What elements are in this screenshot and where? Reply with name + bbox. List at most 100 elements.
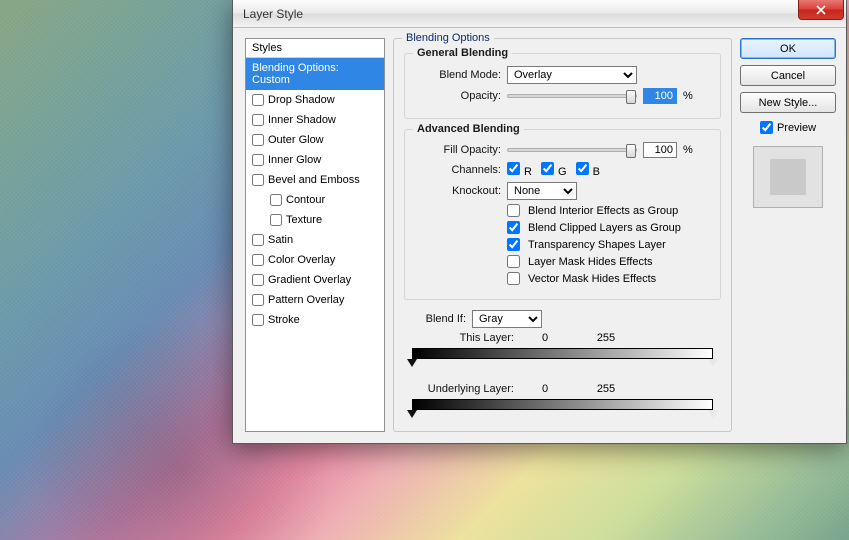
blending-options-group: Blending Options General Blending Blend … — [393, 38, 732, 432]
preview-swatch — [753, 146, 823, 208]
blend-mode-select[interactable]: Overlay — [507, 66, 637, 84]
channel-r-label: R — [524, 166, 532, 178]
opacity-unit: % — [683, 90, 699, 102]
style-item-label: Color Overlay — [268, 254, 335, 266]
fill-opacity-unit: % — [683, 144, 699, 156]
opt-interior-checkbox[interactable] — [507, 204, 520, 217]
underlying-white-marker[interactable] — [708, 410, 718, 418]
style-item-label: Inner Glow — [268, 154, 321, 166]
style-item-label: Outer Glow — [268, 134, 324, 146]
style-item-drop-shadow[interactable]: Drop Shadow — [246, 90, 384, 110]
ok-button[interactable]: OK — [740, 38, 836, 59]
fill-opacity-value[interactable]: 100 — [643, 142, 677, 158]
title-bar: Layer Style — [233, 0, 846, 28]
this-layer-high: 255 — [576, 332, 636, 344]
style-item-blending-options[interactable]: Blending Options: Custom — [246, 58, 384, 90]
channel-g-checkbox[interactable] — [541, 162, 554, 175]
style-item-label: Pattern Overlay — [268, 294, 344, 306]
style-item-checkbox[interactable] — [270, 194, 282, 206]
general-blending-legend: General Blending — [413, 47, 512, 59]
channels-label: Channels: — [415, 164, 501, 176]
style-item-checkbox[interactable] — [252, 234, 264, 246]
style-item-texture[interactable]: Texture — [246, 210, 384, 230]
style-item-label: Blending Options: Custom — [252, 62, 378, 86]
underlying-black-marker[interactable] — [407, 410, 417, 418]
opt-clipped-checkbox[interactable] — [507, 221, 520, 234]
style-item-outer-glow[interactable]: Outer Glow — [246, 130, 384, 150]
style-item-label: Drop Shadow — [268, 94, 335, 106]
style-item-checkbox[interactable] — [270, 214, 282, 226]
style-item-checkbox[interactable] — [252, 274, 264, 286]
opt-layermask-checkbox[interactable] — [507, 255, 520, 268]
styles-column: Styles Blending Options: Custom Drop Sha… — [245, 38, 385, 433]
styles-list: Styles Blending Options: Custom Drop Sha… — [245, 38, 385, 432]
blendif-select[interactable]: Gray — [472, 310, 542, 328]
style-item-checkbox[interactable] — [252, 94, 264, 106]
style-item-label: Gradient Overlay — [268, 274, 351, 286]
style-item-label: Stroke — [268, 314, 300, 326]
this-layer-gradient[interactable] — [412, 348, 713, 359]
opt-interior-label: Blend Interior Effects as Group — [528, 205, 678, 217]
style-item-inner-shadow[interactable]: Inner Shadow — [246, 110, 384, 130]
style-item-checkbox[interactable] — [252, 134, 264, 146]
buttons-column: OK Cancel New Style... Preview — [740, 38, 836, 433]
opacity-thumb[interactable] — [626, 90, 636, 104]
style-item-contour[interactable]: Contour — [246, 190, 384, 210]
opacity-value[interactable]: 100 — [643, 88, 677, 104]
blend-mode-label: Blend Mode: — [415, 69, 501, 81]
advanced-blending-legend: Advanced Blending — [413, 123, 524, 135]
general-blending-group: General Blending Blend Mode: Overlay Opa… — [404, 53, 721, 119]
preview-toggle[interactable]: Preview — [740, 121, 836, 134]
blending-options-legend: Blending Options — [402, 32, 494, 44]
preview-checkbox[interactable] — [760, 121, 773, 134]
this-layer-low: 0 — [520, 332, 570, 344]
this-layer-black-marker[interactable] — [407, 359, 417, 367]
layer-style-dialog: Layer Style Styles Blending Options: Cus… — [232, 0, 847, 444]
knockout-select[interactable]: None — [507, 182, 577, 200]
cancel-button[interactable]: Cancel — [740, 65, 836, 86]
preview-swatch-inner — [770, 159, 806, 195]
style-item-label: Bevel and Emboss — [268, 174, 360, 186]
this-layer-white-marker[interactable] — [708, 359, 718, 367]
style-item-checkbox[interactable] — [252, 314, 264, 326]
opt-vectormask-label: Vector Mask Hides Effects — [528, 273, 656, 285]
style-item-label: Inner Shadow — [268, 114, 336, 126]
options-column: Blending Options General Blending Blend … — [393, 38, 732, 433]
styles-header: Styles — [246, 39, 384, 58]
fill-opacity-slider[interactable] — [507, 148, 637, 152]
window-title: Layer Style — [243, 7, 303, 21]
style-item-checkbox[interactable] — [252, 174, 264, 186]
style-item-bevel-emboss[interactable]: Bevel and Emboss — [246, 170, 384, 190]
opacity-slider[interactable] — [507, 94, 637, 98]
style-item-pattern-overlay[interactable]: Pattern Overlay — [246, 290, 384, 310]
advanced-blending-group: Advanced Blending Fill Opacity: 100 % Ch… — [404, 129, 721, 300]
style-item-checkbox[interactable] — [252, 154, 264, 166]
style-item-inner-glow[interactable]: Inner Glow — [246, 150, 384, 170]
knockout-label: Knockout: — [415, 185, 501, 197]
style-item-satin[interactable]: Satin — [246, 230, 384, 250]
underlying-layer-label: Underlying Layer: — [404, 383, 514, 395]
style-item-checkbox[interactable] — [252, 294, 264, 306]
style-item-label: Texture — [286, 214, 322, 226]
opt-transparency-checkbox[interactable] — [507, 238, 520, 251]
opt-transparency-label: Transparency Shapes Layer — [528, 239, 666, 251]
opt-layermask-label: Layer Mask Hides Effects — [528, 256, 653, 268]
style-item-checkbox[interactable] — [252, 254, 264, 266]
close-button[interactable] — [798, 0, 844, 20]
style-item-checkbox[interactable] — [252, 114, 264, 126]
this-layer-label: This Layer: — [404, 332, 514, 344]
opt-vectormask-checkbox[interactable] — [507, 272, 520, 285]
style-item-color-overlay[interactable]: Color Overlay — [246, 250, 384, 270]
fill-opacity-thumb[interactable] — [626, 144, 636, 158]
style-item-gradient-overlay[interactable]: Gradient Overlay — [246, 270, 384, 290]
opt-clipped-label: Blend Clipped Layers as Group — [528, 222, 681, 234]
channel-g-label: G — [558, 166, 567, 178]
channel-b-checkbox[interactable] — [576, 162, 589, 175]
close-icon — [816, 5, 826, 15]
underlying-gradient[interactable] — [412, 399, 713, 410]
preview-label: Preview — [777, 122, 816, 134]
channel-r-checkbox[interactable] — [507, 162, 520, 175]
underlying-high: 255 — [576, 383, 636, 395]
style-item-stroke[interactable]: Stroke — [246, 310, 384, 330]
new-style-button[interactable]: New Style... — [740, 92, 836, 113]
